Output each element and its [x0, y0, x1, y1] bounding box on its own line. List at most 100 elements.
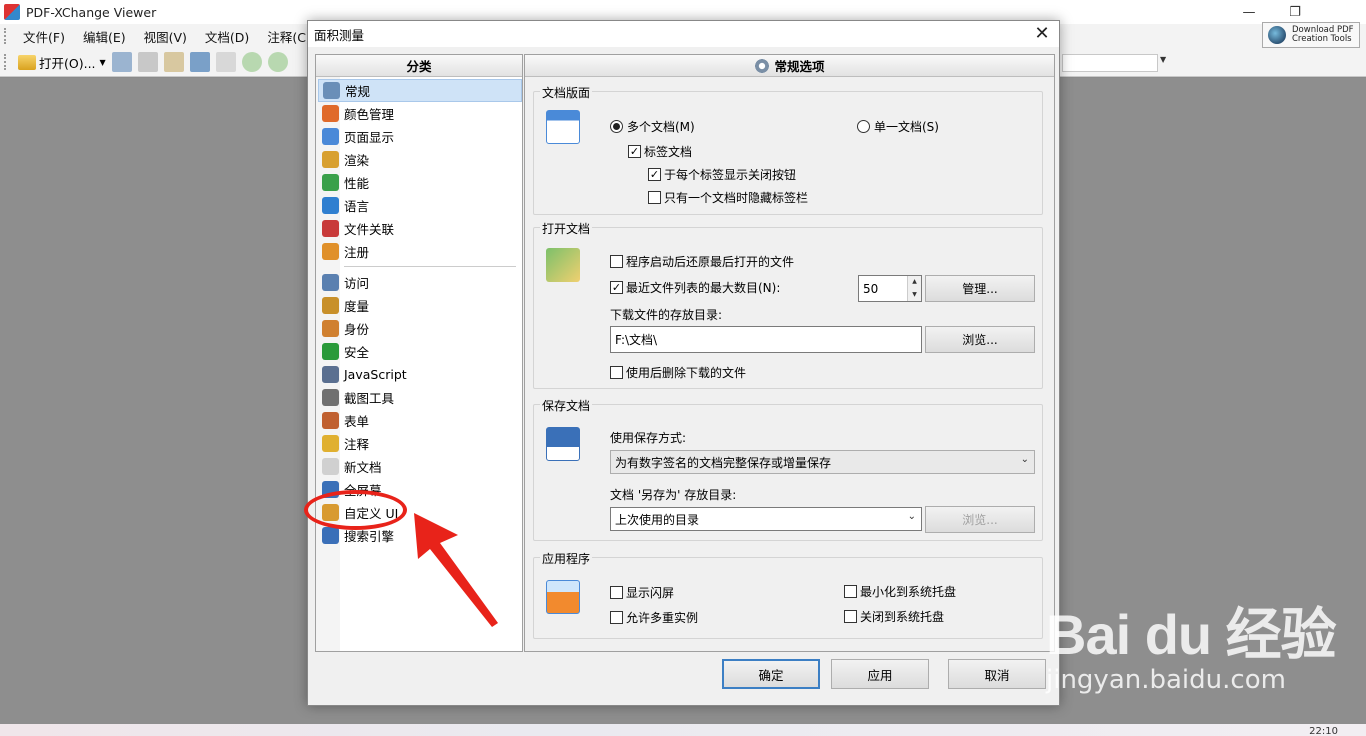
- application-title: 应用程序: [540, 550, 593, 567]
- annotation-highlight-ring: [304, 490, 407, 530]
- recent-max-spinner[interactable]: ▲ ▼: [907, 276, 921, 301]
- zoom-dropdown-icon[interactable]: ▼: [1160, 55, 1166, 64]
- apply-button[interactable]: 应用: [831, 659, 929, 689]
- save-as-select[interactable]: 上次使用的目录 ⌄: [610, 507, 922, 531]
- minimize-tray-checkbox[interactable]: 最小化到系统托盘: [844, 583, 956, 600]
- category-label: 颜色管理: [344, 107, 395, 122]
- print-icon[interactable]: [137, 52, 158, 72]
- category-item[interactable]: 注释: [318, 432, 522, 455]
- single-doc-radio-button[interactable]: [857, 120, 870, 133]
- category-item[interactable]: 性能: [318, 171, 522, 194]
- open-docs-group: 打开文档 程序启动后还原最后打开的文件 ✓ 最近文件列表的最大数目(N): 50 …: [533, 220, 1043, 389]
- zoom-combo[interactable]: [1062, 54, 1158, 72]
- category-item[interactable]: 身份: [318, 317, 522, 340]
- checkbox-unchecked[interactable]: [610, 366, 623, 379]
- minimize-icon[interactable]: —: [1226, 0, 1272, 24]
- category-item[interactable]: 截图工具: [318, 386, 522, 409]
- checkbox-unchecked[interactable]: [844, 610, 857, 623]
- close-btn-each-tab-label: 于每个标签显示关闭按钮: [664, 168, 797, 182]
- splash-label: 显示闪屏: [626, 586, 675, 600]
- tabbed-docs-label: 标签文档: [644, 145, 693, 159]
- open-button[interactable]: 打开(O)... ▼: [18, 53, 106, 72]
- recent-max-value: 50: [863, 281, 879, 296]
- checkbox-checked[interactable]: ✓: [610, 281, 623, 294]
- cancel-button[interactable]: 取消: [948, 659, 1046, 689]
- multi-doc-label: 多个文档(M): [627, 120, 695, 134]
- globe-icon: [322, 197, 339, 214]
- category-item[interactable]: 注册: [318, 240, 522, 263]
- checkbox-unchecked[interactable]: [844, 585, 857, 598]
- checkbox-checked[interactable]: ✓: [628, 145, 641, 158]
- back-arrow-icon[interactable]: [241, 52, 262, 72]
- recent-max-checkbox[interactable]: ✓ 最近文件列表的最大数目(N):: [610, 279, 780, 296]
- category-item[interactable]: 新文档: [318, 455, 522, 478]
- delete-after-use-label: 使用后删除下载的文件: [626, 366, 747, 380]
- forward-arrow-icon[interactable]: [267, 52, 288, 72]
- close-icon[interactable]: ✕: [1031, 23, 1053, 45]
- menu-view[interactable]: 视图(V): [135, 27, 196, 46]
- category-item[interactable]: 语言: [318, 194, 522, 217]
- scan-icon[interactable]: [189, 52, 210, 72]
- download-pdf-tools-button[interactable]: Download PDF Creation Tools: [1262, 22, 1360, 48]
- category-list: 常规颜色管理页面显示 渲染 性能语言文件关联 注册访问度量身份 安全 JavaScript…: [318, 79, 522, 547]
- multi-doc-radio-button[interactable]: [610, 120, 623, 133]
- baidu-watermark: Bai du 经验 jingyan.baidu.com: [1046, 590, 1356, 710]
- spin-up-icon[interactable]: ▲: [908, 276, 921, 289]
- download-label-line2: Creation Tools: [1292, 34, 1352, 44]
- manage-button[interactable]: 管理...: [925, 275, 1035, 302]
- category-item[interactable]: 度量: [318, 294, 522, 317]
- category-label: 语言: [344, 199, 370, 214]
- category-item[interactable]: 常规: [318, 79, 522, 102]
- download-dir-input[interactable]: F:\文档\: [610, 326, 922, 353]
- menu-file[interactable]: 文件(F): [14, 27, 74, 46]
- spin-down-icon[interactable]: ▼: [908, 289, 921, 302]
- checkbox-unchecked[interactable]: [610, 255, 623, 268]
- category-label: 度量: [344, 299, 370, 314]
- splash-checkbox[interactable]: 显示闪屏: [610, 584, 674, 601]
- restore-last-checkbox[interactable]: 程序启动后还原最后打开的文件: [610, 253, 794, 270]
- folder-open-icon: [18, 54, 36, 70]
- form-icon: [322, 412, 339, 429]
- javascript-icon: [322, 366, 339, 383]
- category-item[interactable]: JavaScript: [318, 363, 522, 386]
- save-icon[interactable]: [111, 52, 132, 72]
- browse-save-as-button[interactable]: 浏览...: [925, 506, 1035, 533]
- chevron-down-icon: ⌄: [907, 511, 916, 522]
- close-tray-checkbox[interactable]: 关闭到系统托盘: [844, 608, 944, 625]
- email-icon[interactable]: [163, 52, 184, 72]
- ruler-icon: [322, 297, 339, 314]
- checkbox-unchecked[interactable]: [648, 191, 661, 204]
- multi-doc-radio[interactable]: 多个文档(M): [610, 118, 695, 135]
- category-item[interactable]: 访问: [318, 271, 522, 294]
- tabbed-docs-checkbox[interactable]: ✓ 标签文档: [628, 143, 692, 160]
- close-btn-each-tab-checkbox[interactable]: ✓ 于每个标签显示关闭按钮: [648, 166, 796, 183]
- identity-user-icon: [322, 320, 339, 337]
- checkbox-unchecked[interactable]: [610, 611, 623, 624]
- category-item[interactable]: 文件关联: [318, 217, 522, 240]
- category-item[interactable]: 渲染: [318, 148, 522, 171]
- ocr-icon[interactable]: [215, 52, 236, 72]
- app-title: PDF-XChange Viewer: [26, 4, 157, 20]
- dropdown-arrow-icon[interactable]: ▼: [100, 58, 106, 67]
- save-mode-select[interactable]: 为有数字签名的文档完整保存或增量保存 ⌄: [610, 450, 1035, 474]
- browse-download-button[interactable]: 浏览...: [925, 326, 1035, 353]
- category-item[interactable]: 表单: [318, 409, 522, 432]
- single-doc-radio[interactable]: 单一文档(S): [857, 118, 939, 135]
- checkbox-checked[interactable]: ✓: [648, 168, 661, 181]
- hide-tabbar-checkbox[interactable]: 只有一个文档时隐藏标签栏: [648, 189, 808, 206]
- ok-button[interactable]: 确定: [722, 659, 820, 689]
- menu-document[interactable]: 文档(D): [196, 27, 258, 46]
- category-item[interactable]: 页面显示: [318, 125, 522, 148]
- options-panel: 常规选项 文档版面 多个文档(M) 单一文档(S) ✓ 标签文档 ✓ 于每个标签显示…: [524, 54, 1055, 652]
- multi-instance-checkbox[interactable]: 允许多重实例: [610, 609, 698, 626]
- checkbox-unchecked[interactable]: [610, 586, 623, 599]
- category-header: 分类: [316, 55, 522, 77]
- delete-after-use-checkbox[interactable]: 使用后删除下载的文件: [610, 364, 746, 381]
- category-item[interactable]: 安全: [318, 340, 522, 363]
- category-separator: [344, 266, 516, 267]
- restore-icon[interactable]: ❐: [1272, 0, 1318, 24]
- category-item[interactable]: 颜色管理: [318, 102, 522, 125]
- menu-edit[interactable]: 编辑(E): [74, 27, 135, 46]
- gear-icon: [754, 57, 771, 74]
- open-button-label: 打开(O)...: [39, 55, 96, 71]
